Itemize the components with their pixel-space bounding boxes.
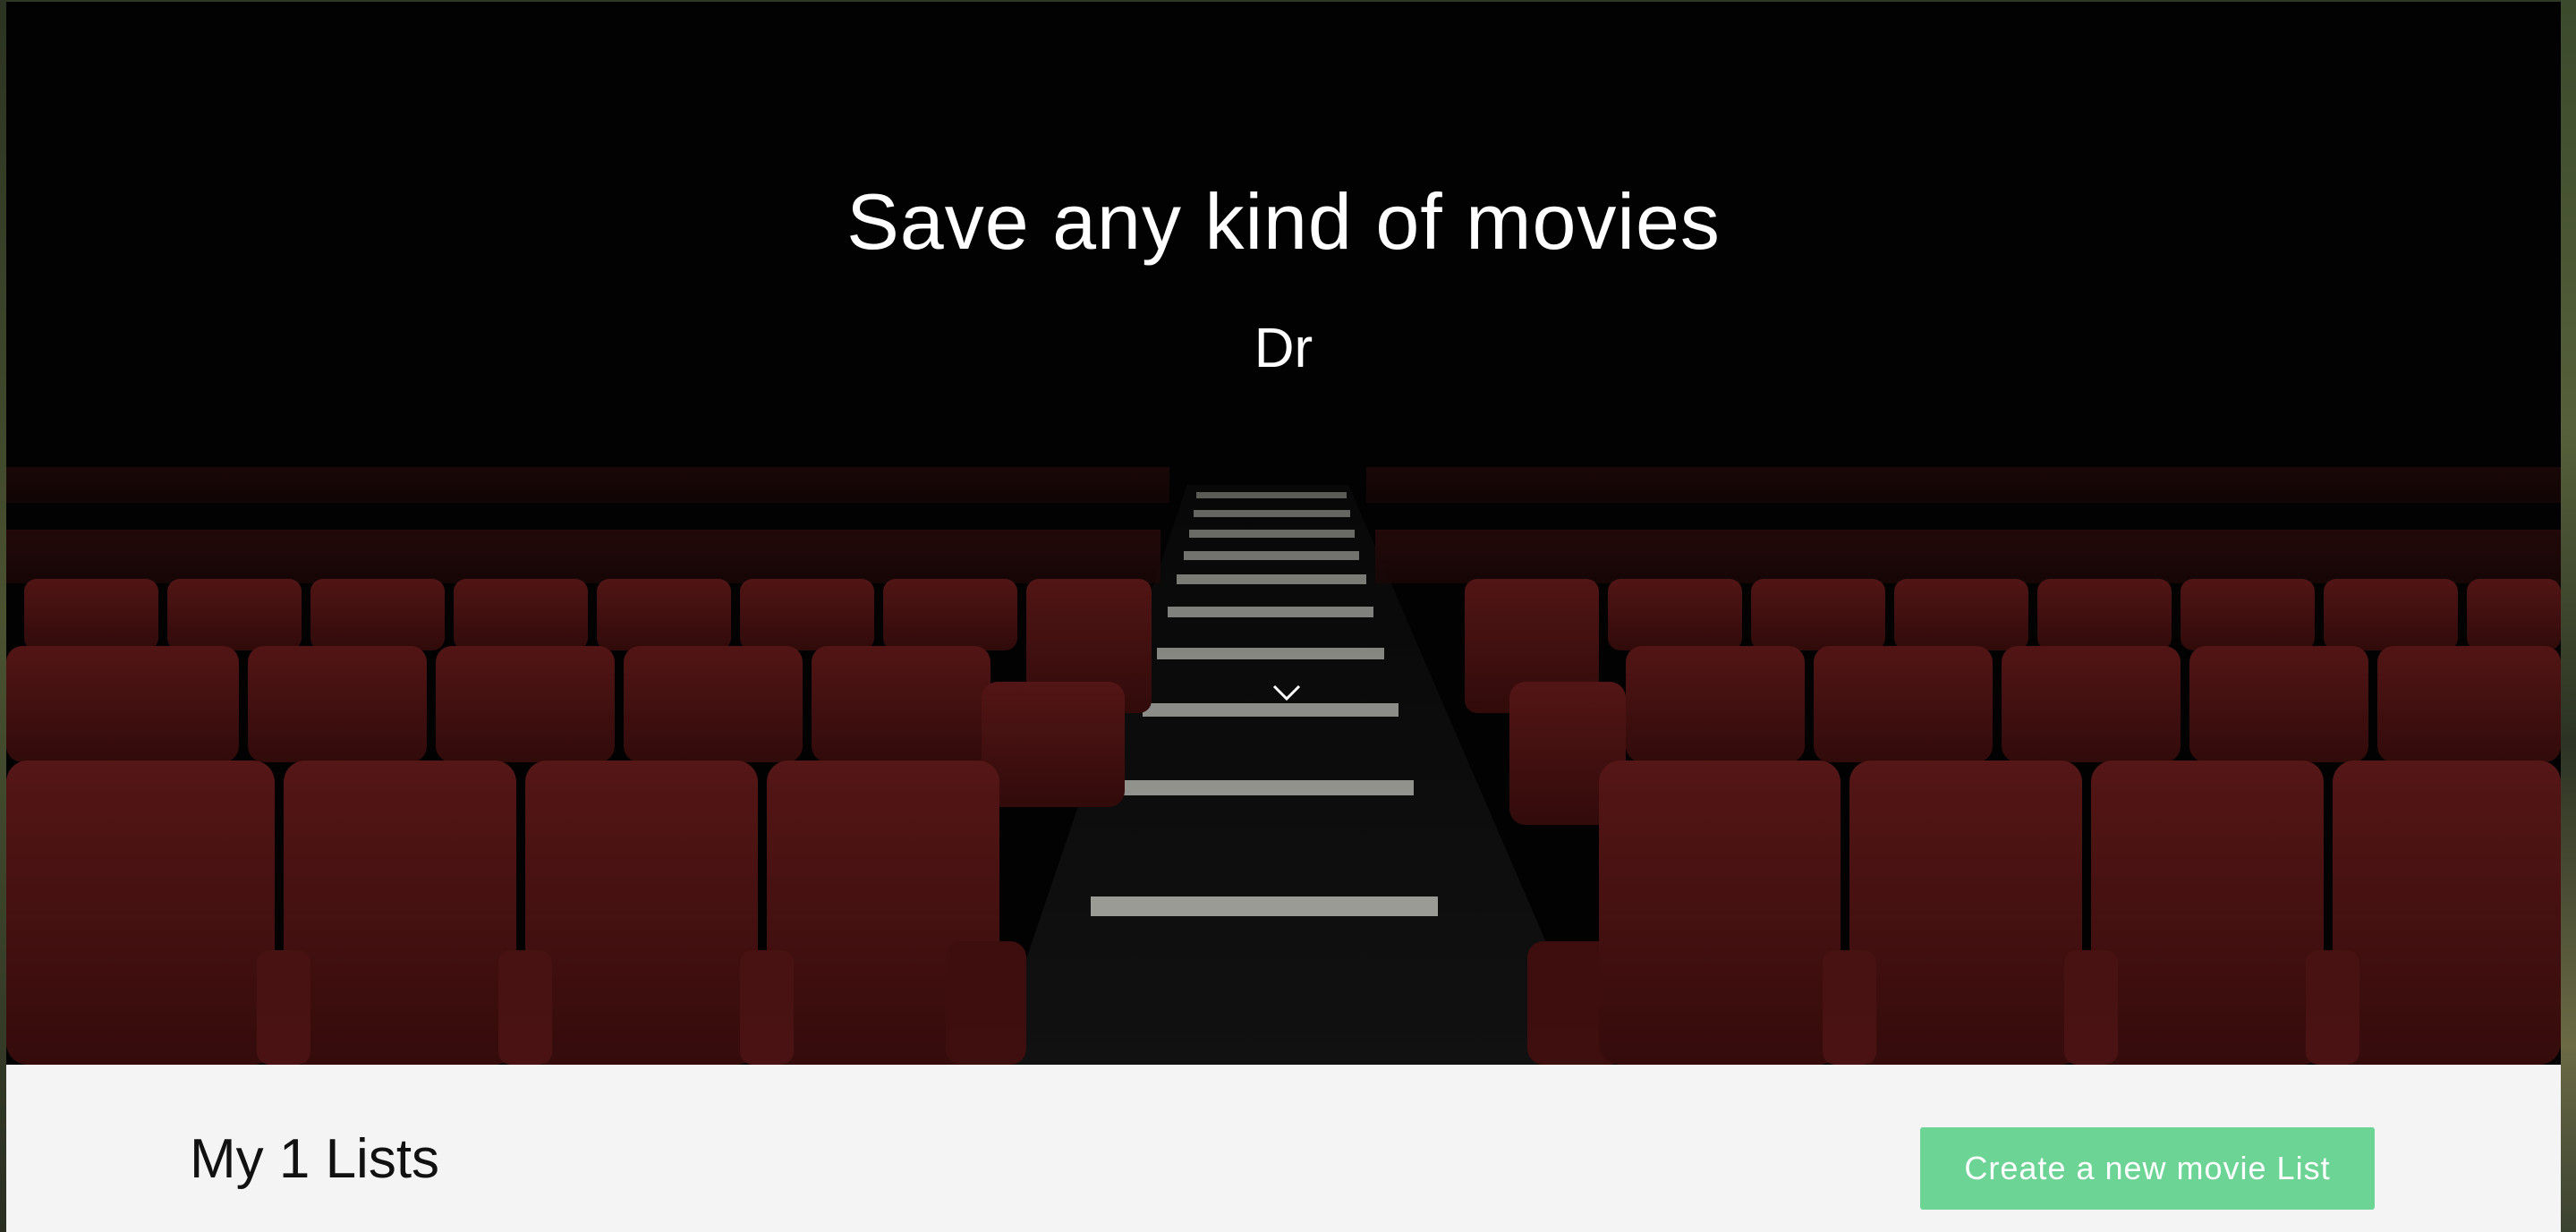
hero-section: Save any kind of movies Dr [6, 2, 2561, 1065]
desktop-background-left [0, 0, 6, 1232]
lists-header: My 1 Lists Create a new movie List [6, 1065, 2561, 1232]
hero-subtitle: Dr [1254, 318, 1314, 379]
hero-overlay [6, 2, 2561, 1065]
hero-title: Save any kind of movies [846, 177, 1721, 266]
lists-heading: My 1 Lists [190, 1128, 440, 1190]
browser-page: Save any kind of movies Dr My 1 Lists Cr… [6, 2, 2561, 1232]
create-list-button[interactable]: Create a new movie List [1920, 1127, 2375, 1210]
chevron-down-icon [1272, 684, 1301, 701]
desktop-background-right [2561, 0, 2576, 1232]
scroll-down-button[interactable] [1261, 675, 1313, 710]
